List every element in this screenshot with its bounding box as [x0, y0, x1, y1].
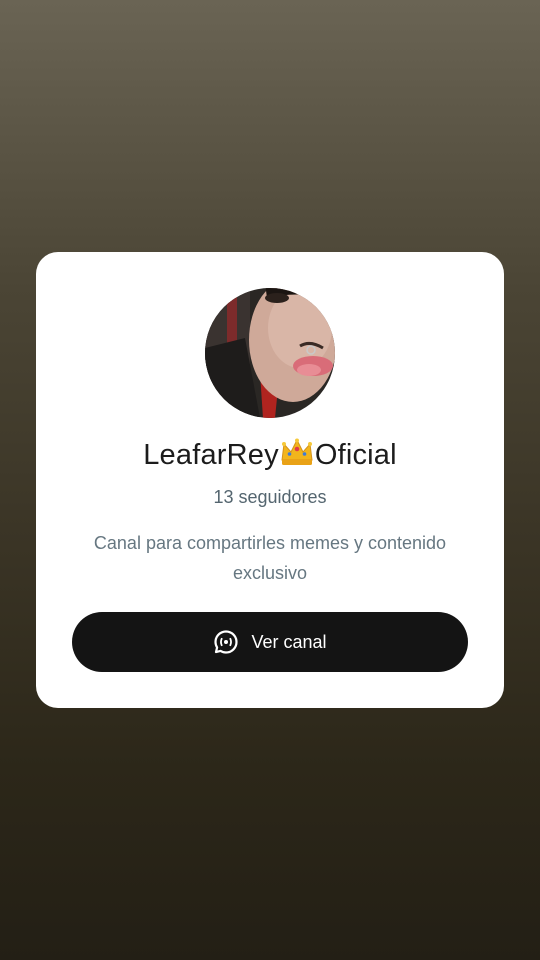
channel-title: LeafarRey Oficial [36, 438, 504, 472]
view-channel-label: Ver canal [251, 631, 327, 652]
channel-avatar [205, 288, 335, 418]
view-channel-button[interactable]: Ver canal [72, 612, 468, 672]
channel-name-prefix: LeafarRey [143, 439, 279, 471]
channel-chat-icon [213, 629, 239, 655]
channel-name-suffix: Oficial [314, 439, 397, 471]
channel-description: Canal para compartirles memes y contenid… [93, 533, 447, 583]
follower-count: 13 seguidores [213, 487, 327, 507]
crown-icon [280, 438, 314, 468]
channel-card: LeafarRey Oficial 13 seguidores Canal pa… [36, 252, 504, 708]
